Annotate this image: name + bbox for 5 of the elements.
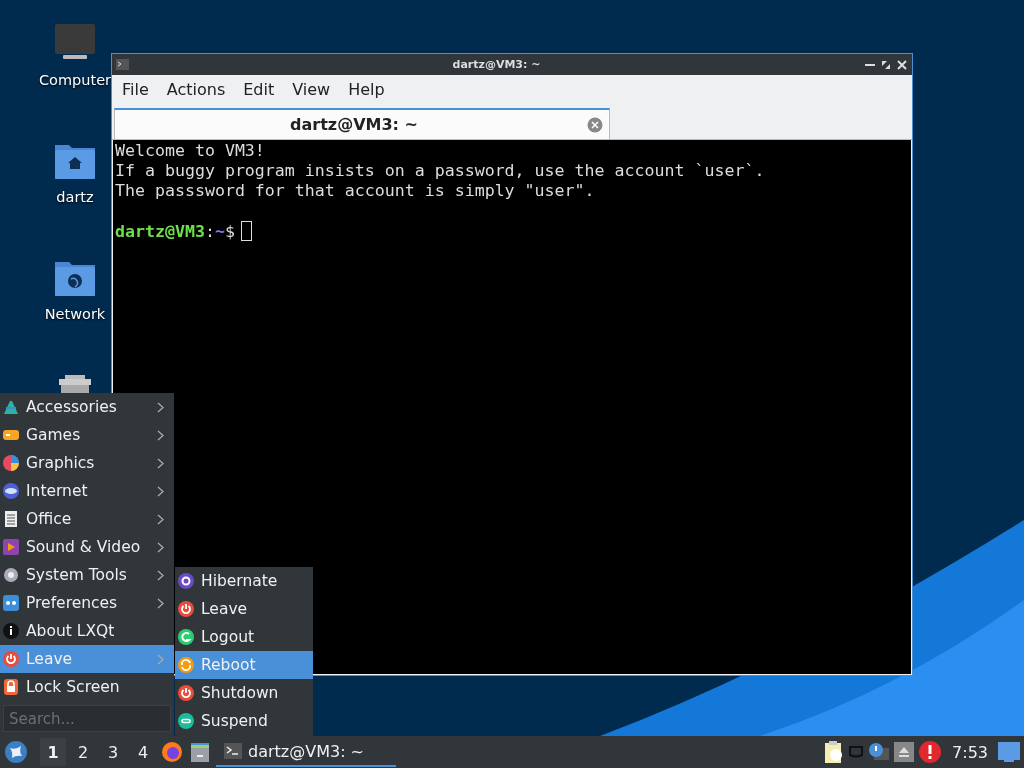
shell-prompt: dartz@VM3:~$ — [115, 222, 235, 241]
window-title: dartz@VM3: ~ — [451, 58, 542, 71]
terminal-line: Welcome to VM3! — [115, 141, 265, 160]
terminal-line: The passsword for that account is simply "user". — [115, 181, 595, 200]
terminal-line: If a buggy program insists on a password, use the account `user`. — [115, 161, 765, 180]
